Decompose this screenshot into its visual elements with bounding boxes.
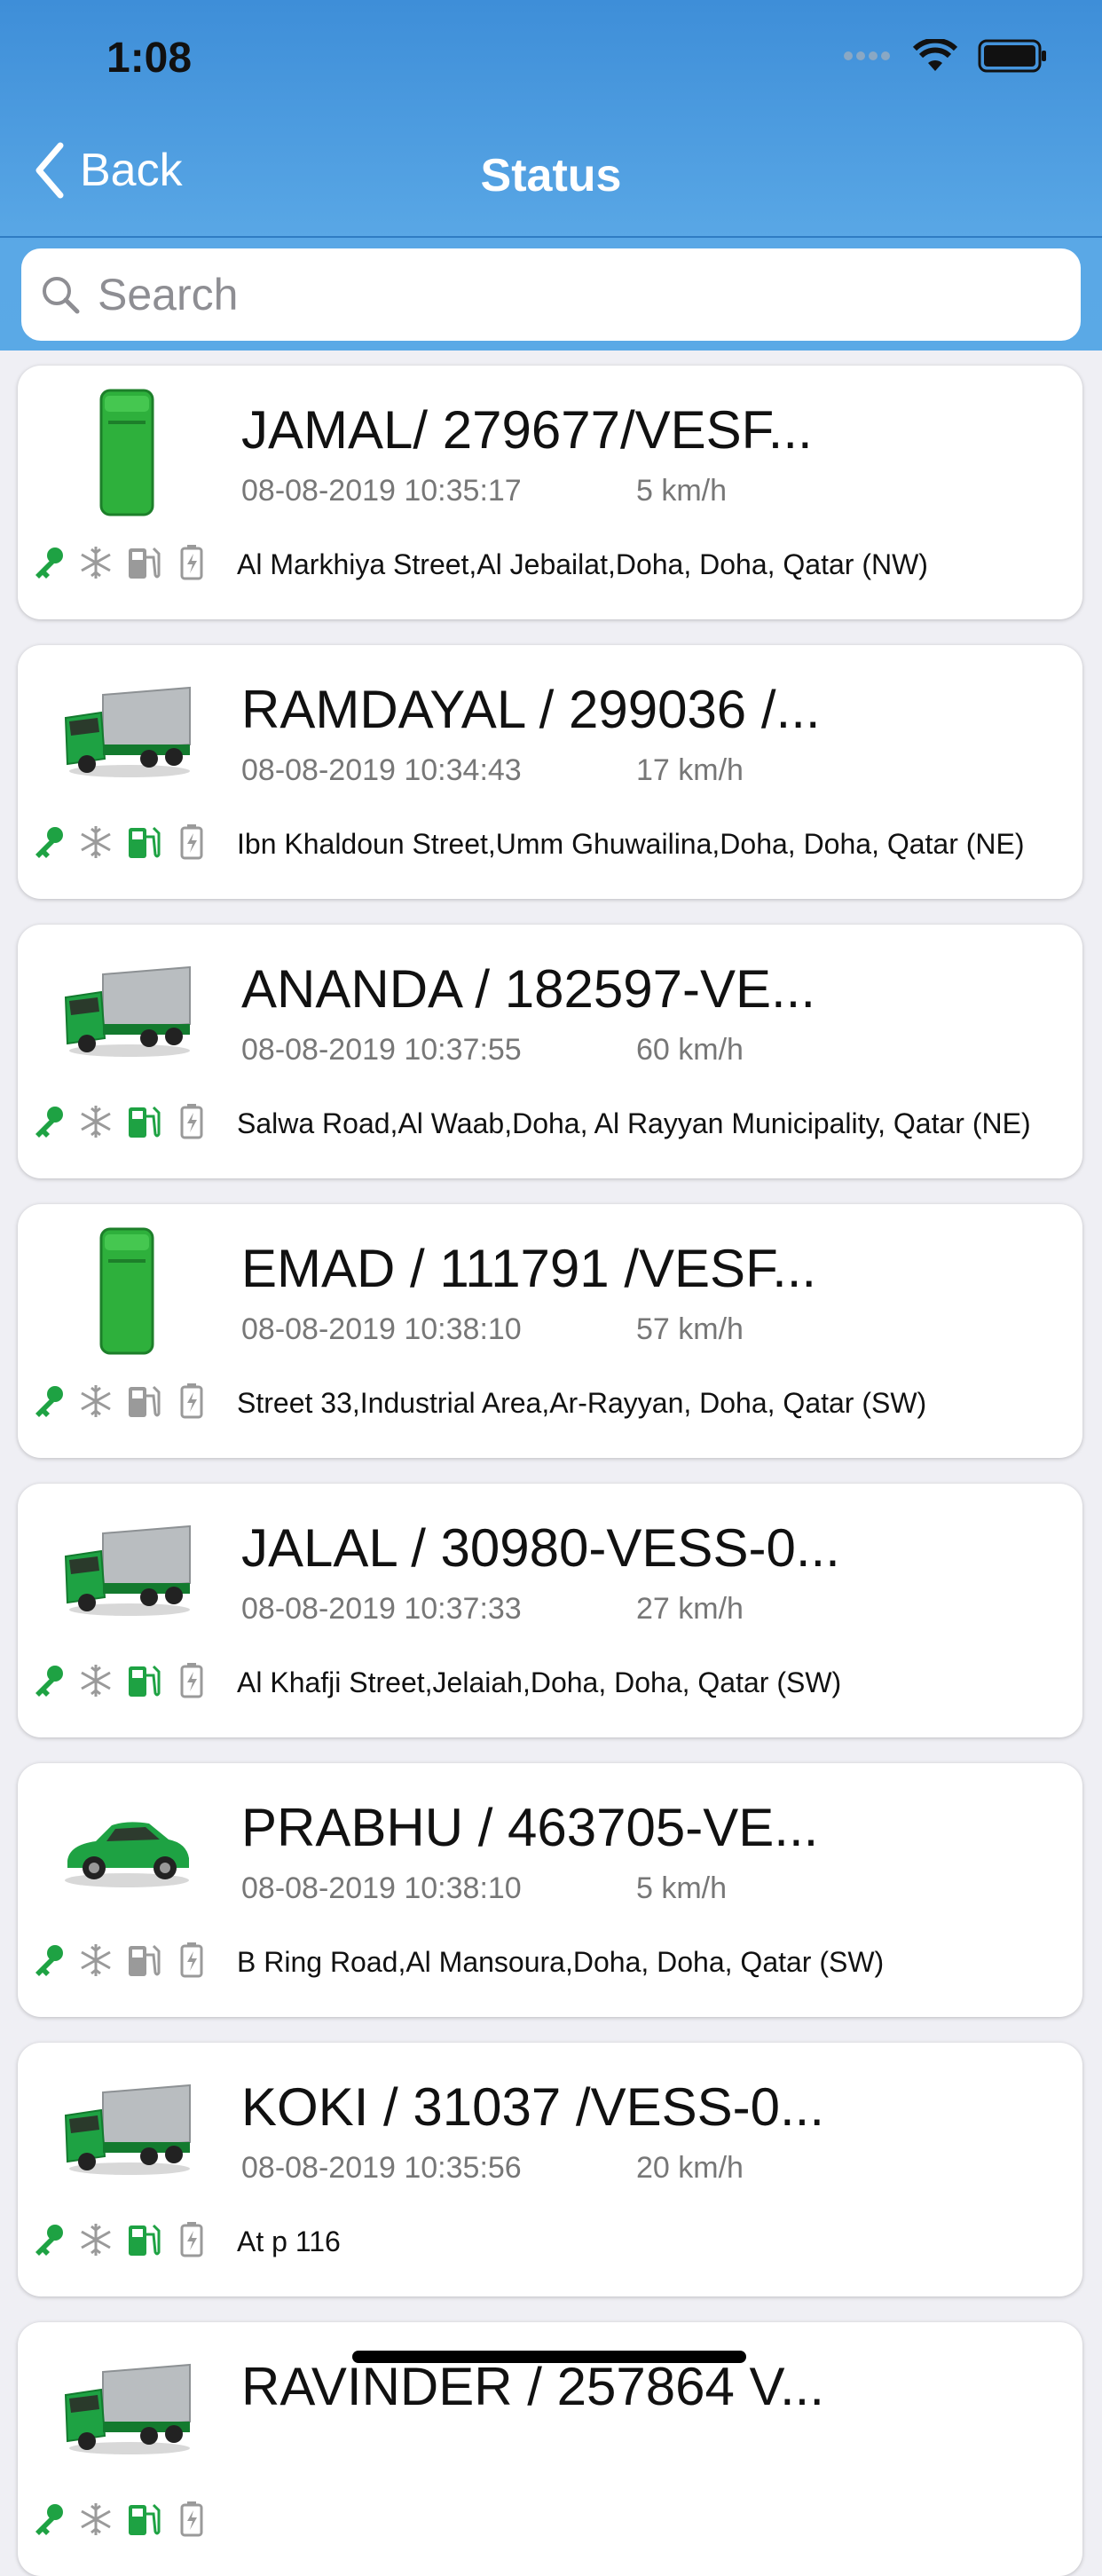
vehicle-name: JAMAL/ 279677/VESF... <box>241 400 813 460</box>
battery-charge-icon <box>172 541 211 584</box>
search-bar <box>0 236 1102 352</box>
vehicle-name: ANANDA / 182597-VE... <box>241 959 815 1019</box>
vehicle-datetime: 08-08-2019 10:38:10 <box>241 1312 522 1346</box>
signal-icon <box>844 51 890 60</box>
vehicle-name: EMAD / 111791 /VESF... <box>241 1239 817 1298</box>
vehicle-datetime: 08-08-2019 10:37:33 <box>241 1592 522 1626</box>
vehicle-card[interactable]: ANANDA / 182597-VE... 08-08-2019 10:37:55… <box>18 925 1082 1178</box>
vehicle-datetime: 08-08-2019 10:35:56 <box>241 2151 522 2185</box>
ignition-key-icon <box>28 1659 67 1702</box>
vehicle-name: PRABHU / 463705-VE... <box>241 1798 819 1857</box>
battery-charge-icon <box>172 821 211 863</box>
ignition-key-icon <box>28 2218 67 2261</box>
ac-snowflake-icon <box>76 821 115 863</box>
status-icons <box>843 39 1049 73</box>
ac-snowflake-icon <box>76 1380 115 1422</box>
vehicle-datetime: 08-08-2019 10:37:55 <box>241 1033 522 1067</box>
nav-bar: Back Status <box>0 133 1102 231</box>
fuel-pump-icon <box>124 821 163 863</box>
page-title: Status <box>480 150 622 201</box>
header: 1:08 Back Status <box>0 0 1102 351</box>
vehicle-address: Street 33,Industrial Area,Ar-Rayyan, Doh… <box>237 1387 927 1419</box>
vehicle-address: At p 116 <box>237 2225 341 2257</box>
search-input[interactable] <box>96 268 987 321</box>
vehicle-speed: 27 km/h <box>636 1592 744 1626</box>
battery-charge-icon <box>172 2498 211 2541</box>
battery-charge-icon <box>172 1939 211 1981</box>
ignition-key-icon <box>28 821 67 863</box>
fuel-pump-icon <box>124 1380 163 1422</box>
vehicle-speed: 17 km/h <box>636 753 744 787</box>
truck-icon <box>43 1503 211 1636</box>
vehicle-card[interactable]: PRABHU / 463705-VE... 08-08-2019 10:38:10… <box>18 1763 1082 2017</box>
vehicle-card[interactable]: JAMAL/ 279677/VESF... 08-08-2019 10:35:17… <box>18 366 1082 619</box>
vehicle-name: JALAL / 30980-VESS-0... <box>241 1518 840 1578</box>
vehicle-datetime: 08-08-2019 10:35:17 <box>241 474 522 508</box>
status-bar: 1:08 <box>0 0 1102 124</box>
ac-snowflake-icon <box>76 1939 115 1981</box>
ac-snowflake-icon <box>76 1100 115 1143</box>
truck-icon <box>43 665 211 798</box>
vehicle-card[interactable]: EMAD / 111791 /VESF... 08-08-2019 10:38:1… <box>18 1204 1082 1458</box>
status-icons <box>28 1659 211 1702</box>
vehicle-name: RAVINDER / 257864 V... <box>241 2357 825 2416</box>
fuel-pump-icon <box>124 2218 163 2261</box>
vehicle-speed: 5 km/h <box>636 474 728 508</box>
battery-charge-icon <box>172 1659 211 1702</box>
truck-top-icon <box>43 1224 211 1357</box>
vehicle-name: KOKI / 31037 /VESS-0... <box>241 2077 825 2137</box>
vehicle-card[interactable]: JALAL / 30980-VESS-0... 08-08-2019 10:37:… <box>18 1484 1082 1737</box>
battery-charge-icon <box>172 1380 211 1422</box>
vehicle-datetime: 08-08-2019 10:34:43 <box>241 753 522 787</box>
battery-charge-icon <box>172 1100 211 1143</box>
fuel-pump-icon <box>124 1659 163 1702</box>
status-icons <box>28 1100 211 1143</box>
search-field[interactable] <box>21 248 1081 341</box>
status-icons <box>28 1380 211 1422</box>
vehicle-address: Salwa Road,Al Waab,Doha, Al Rayyan Munic… <box>237 1107 1031 1139</box>
ignition-key-icon <box>28 1939 67 1981</box>
vehicle-speed: 20 km/h <box>636 2151 744 2185</box>
status-icons <box>28 2218 211 2261</box>
vehicle-name: RAMDAYAL / 299036 /... <box>241 680 821 739</box>
vehicle-card[interactable]: KOKI / 31037 /VESS-0... 08-08-2019 10:35:… <box>18 2043 1082 2296</box>
vehicle-address: Ibn Khaldoun Street,Umm Ghuwailina,Doha,… <box>237 828 1025 860</box>
car-icon <box>43 1783 211 1916</box>
wifi-icon <box>912 39 958 71</box>
search-icon <box>43 277 80 314</box>
vehicle-speed: 5 km/h <box>636 1871 728 1905</box>
ac-snowflake-icon <box>76 2498 115 2541</box>
vehicle-address: B Ring Road,Al Mansoura,Doha, Doha, Qata… <box>237 1946 885 1978</box>
truck-icon <box>43 2062 211 2195</box>
vehicle-datetime: 08-08-2019 10:38:10 <box>241 1871 522 1905</box>
vehicle-speed: 57 km/h <box>636 1312 744 1346</box>
vehicle-address: Al Markhiya Street,Al Jebailat,Doha, Doh… <box>237 548 928 580</box>
vehicle-address: Al Khafji Street,Jelaiah,Doha, Doha, Qat… <box>237 1666 842 1698</box>
status-time: 1:08 <box>106 35 193 82</box>
ignition-key-icon <box>28 541 67 584</box>
fuel-pump-icon <box>124 1939 163 1981</box>
status-icons <box>28 541 211 584</box>
ignition-key-icon <box>28 1100 67 1143</box>
home-indicator <box>352 2351 746 2363</box>
ac-snowflake-icon <box>76 1659 115 1702</box>
truck-icon <box>43 2342 211 2475</box>
status-icons <box>28 1939 211 1981</box>
truck-icon <box>43 944 211 1077</box>
vehicle-speed: 60 km/h <box>636 1033 744 1067</box>
truck-top-icon <box>43 385 211 518</box>
status-icons <box>28 2498 211 2541</box>
ignition-key-icon <box>28 2498 67 2541</box>
fuel-pump-icon <box>124 2498 163 2541</box>
ac-snowflake-icon <box>76 541 115 584</box>
fuel-pump-icon <box>124 541 163 584</box>
battery-icon <box>978 39 1046 73</box>
ac-snowflake-icon <box>76 2218 115 2261</box>
fuel-pump-icon <box>124 1100 163 1143</box>
battery-charge-icon <box>172 2218 211 2261</box>
vehicle-card[interactable]: RAMDAYAL / 299036 /... 08-08-2019 10:34:4… <box>18 645 1082 899</box>
ignition-key-icon <box>28 1380 67 1422</box>
status-icons <box>28 821 211 863</box>
